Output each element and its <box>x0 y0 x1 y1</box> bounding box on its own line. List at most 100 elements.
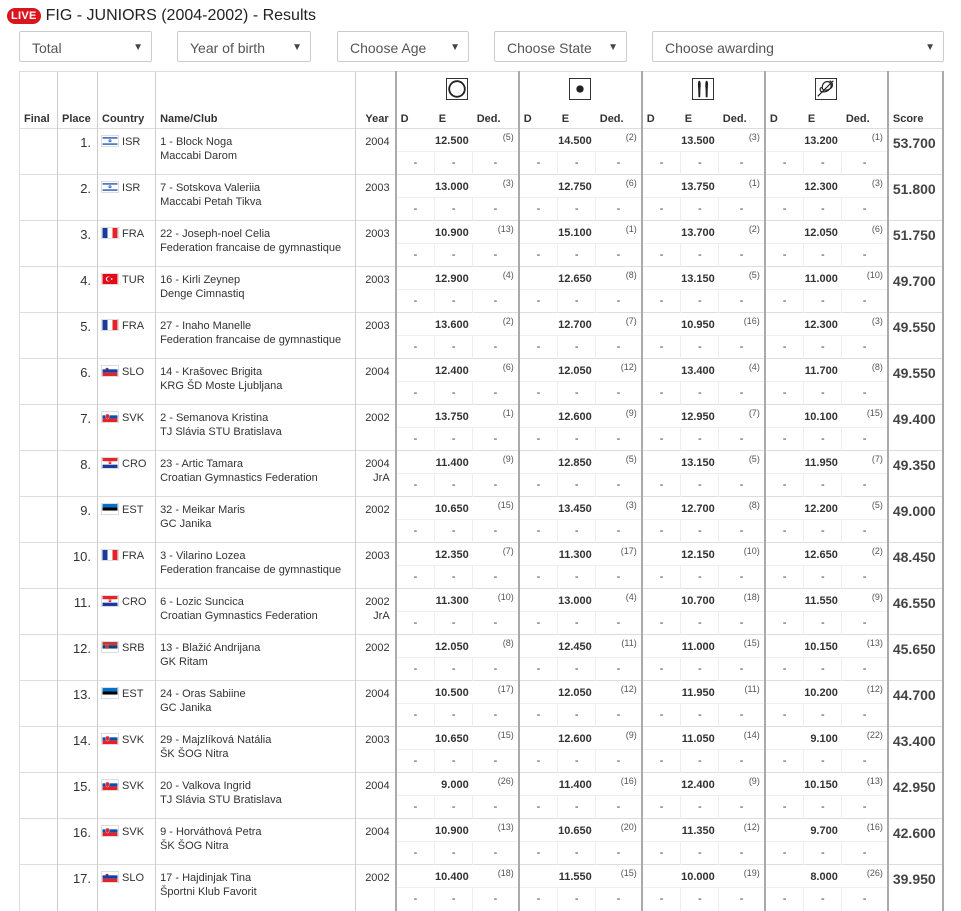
athlete-name[interactable]: 2 - Semanova Kristina <box>160 411 355 425</box>
country-code: ISR <box>122 182 141 194</box>
apparatus-rank: (13) <box>472 818 519 842</box>
place-column-header[interactable]: Place <box>57 105 98 129</box>
athlete-name[interactable]: 23 - Artic Tamara <box>160 457 355 471</box>
apparatus-score: 12.950 <box>640 404 719 428</box>
score-column-header[interactable]: Score <box>886 105 945 129</box>
table-row[interactable]: 4. TUR 16 - Kirli Zeynep Denge Cimnastiq 200… <box>18 266 945 313</box>
d-score: - <box>517 565 558 589</box>
apparatus-rank: (2) <box>718 220 765 244</box>
table-row[interactable]: 9. EST 32 - Meikar Maris GC Janika 2002 10.65… <box>18 496 945 543</box>
apparatus-rank: (9) <box>841 588 888 612</box>
total-score: 42.600 <box>886 818 945 865</box>
athlete-name[interactable]: 20 - Valkova Ingrid <box>160 779 355 793</box>
state-select[interactable]: Choose State ▼ <box>494 31 627 62</box>
table-row[interactable]: 2. ISR 7 - Sotskova Valeriia Maccabi Petah … <box>18 174 945 221</box>
country-code: FRA <box>122 550 145 562</box>
total-select-label: Total <box>32 40 62 56</box>
apparatus-rank: (1) <box>595 220 642 244</box>
d-score: - <box>763 243 804 267</box>
flag-icon <box>101 825 122 838</box>
table-row[interactable]: 7. SVK 2 - Semanova Kristina TJ Slávia STU … <box>18 404 945 451</box>
age-select[interactable]: Choose Age ▼ <box>337 31 469 62</box>
table-row[interactable]: 15. SVK 20 - Valkova Ingrid TJ Slávia STU B… <box>18 772 945 819</box>
apparatus-score: 10.400 <box>394 864 473 888</box>
place-cell: 14. <box>57 726 98 773</box>
apparatus-rank: (16) <box>595 772 642 796</box>
table-row[interactable]: 10. FRA 3 - Vilarino Lozea Federation franc… <box>18 542 945 589</box>
athlete-name[interactable]: 14 - Krašovec Brigita <box>160 365 355 379</box>
e-score: - <box>803 381 842 405</box>
athlete-name[interactable]: 32 - Meikar Maris <box>160 503 355 517</box>
table-row[interactable]: 1. ISR 1 - Block Noga Maccabi Darom 2004 12.5… <box>18 128 945 175</box>
apparatus-score: 10.200 <box>763 680 842 704</box>
final-cell <box>18 680 58 727</box>
athlete-name[interactable]: 24 - Oras Sabiine <box>160 687 355 701</box>
birth-year: 2004 <box>365 366 390 378</box>
final-cell <box>18 450 58 497</box>
athlete-name[interactable]: 3 - Vilarino Lozea <box>160 549 355 563</box>
apparatus-score: 12.300 <box>763 174 842 198</box>
athlete-name[interactable]: 27 - Inaho Manelle <box>160 319 355 333</box>
apparatus-score: 12.050 <box>517 358 596 382</box>
year-column-header[interactable]: Year <box>355 105 396 129</box>
athlete-name[interactable]: 29 - Majzlíková Natália <box>160 733 355 747</box>
country-cell: SLO <box>97 358 156 405</box>
table-row[interactable]: 14. SVK 29 - Majzlíková Natália ŠK ŠOG Nitr… <box>18 726 945 773</box>
d-score: - <box>640 151 681 175</box>
table-row[interactable]: 3. FRA 22 - Joseph-noel Celia Federation fr… <box>18 220 945 267</box>
e-column-header: E <box>561 113 570 125</box>
e-score: - <box>557 611 596 635</box>
table-row[interactable]: 8. CRO 23 - Artic Tamara Croatian Gymnastic… <box>18 450 945 497</box>
birth-year: 2004 <box>365 826 390 838</box>
athlete-name[interactable]: 9 - Horváthová Petra <box>160 825 355 839</box>
country-code: TUR <box>122 274 145 286</box>
country-column-header[interactable]: Country <box>97 105 156 129</box>
apparatus-rank: (9) <box>718 772 765 796</box>
apparatus-rank: (15) <box>718 634 765 658</box>
athlete-name[interactable]: 16 - Kirli Zeynep <box>160 273 355 287</box>
apparatus-rank: (14) <box>718 726 765 750</box>
d-score: - <box>763 381 804 405</box>
e-score: - <box>434 703 473 727</box>
table-row[interactable]: 6. SLO 14 - Krašovec Brigita KRG ŠD Moste L… <box>18 358 945 405</box>
athlete-name[interactable]: 6 - Lozic Suncica <box>160 595 355 609</box>
table-row[interactable]: 13. EST 24 - Oras Sabiine GC Janika 2004 10.5… <box>18 680 945 727</box>
name-column-header[interactable]: Name/Club <box>155 105 356 129</box>
e-score: - <box>434 841 473 865</box>
apparatus-score: 12.150 <box>640 542 719 566</box>
ded-score: - <box>718 381 765 405</box>
e-score: - <box>680 381 719 405</box>
total-select[interactable]: Total ▼ <box>19 31 152 62</box>
final-cell <box>18 496 58 543</box>
d-score: - <box>640 565 681 589</box>
apparatus-score: 11.050 <box>640 726 719 750</box>
e-score: - <box>680 427 719 451</box>
country-code: SVK <box>122 780 145 792</box>
ded-score: - <box>595 749 642 773</box>
athlete-name[interactable]: 17 - Hajdinjak Tina <box>160 871 355 885</box>
table-row[interactable]: 11. CRO 6 - Lozic Suncica Croatian Gymnasti… <box>18 588 945 635</box>
athlete-name[interactable]: 22 - Joseph-noel Celia <box>160 227 355 241</box>
table-row[interactable]: 5. FRA 27 - Inaho Manelle Federation franca… <box>18 312 945 359</box>
d-score: - <box>763 197 804 221</box>
flag-icon <box>101 319 122 332</box>
final-column-header[interactable]: Final <box>18 105 58 129</box>
e-score: - <box>680 795 719 819</box>
athlete-name[interactable]: 13 - Blažić Andrijana <box>160 641 355 655</box>
e-score: - <box>557 473 596 497</box>
table-row[interactable]: 12. SRB 13 - Blažić Andrijana GK Ritam 2002 1… <box>18 634 945 681</box>
table-row[interactable]: 16. SVK 9 - Horváthová Petra ŠK ŠOG Nitra 20… <box>18 818 945 865</box>
country-code: SVK <box>122 826 145 838</box>
place-cell: 16. <box>57 818 98 865</box>
final-cell <box>18 312 58 359</box>
table-row[interactable]: 17. SLO 17 - Hajdinjak Tina Športni Klub Fa… <box>18 864 945 911</box>
country-cell: SLO <box>97 864 156 911</box>
awarding-select[interactable]: Choose awarding ▼ <box>652 31 944 62</box>
athlete-name[interactable]: 1 - Block Noga <box>160 135 355 149</box>
chevron-down-icon: ▼ <box>133 42 143 53</box>
ded-column-header: Ded. <box>845 113 870 125</box>
year-of-birth-select[interactable]: Year of birth ▼ <box>177 31 311 62</box>
hoop-icon <box>394 71 519 106</box>
d-score: - <box>640 335 681 359</box>
athlete-name[interactable]: 7 - Sotskova Valeriia <box>160 181 355 195</box>
